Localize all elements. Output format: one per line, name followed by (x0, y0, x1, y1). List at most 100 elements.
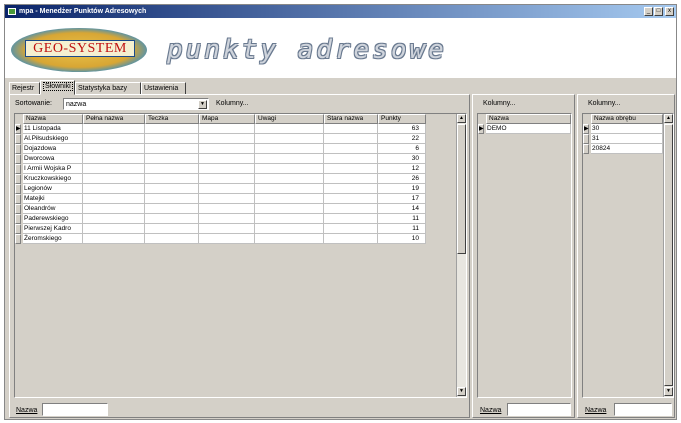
cell-empty (255, 164, 324, 174)
scroll-up-icon[interactable]: ▲ (457, 114, 466, 123)
list-item[interactable]: ▶ DEMO (478, 124, 571, 134)
scroll-up-icon[interactable]: ▲ (664, 114, 673, 123)
banner: GEO-SYSTEM punkty adresowe (5, 18, 676, 78)
col-header-teczka[interactable]: Teczka (145, 114, 199, 124)
table-row[interactable]: Dojazdowa 6 (15, 144, 426, 154)
cell-nazwa: Oleandrów (23, 204, 83, 214)
streets-panel: Sortowanie: nazwa ▼ Kolumny... Nazwa Peł… (9, 94, 470, 418)
cell-empty (83, 224, 145, 234)
streets-grid[interactable]: Nazwa Pełna nazwa Teczka Mapa Uwagi Star… (14, 113, 467, 398)
row-indicator (583, 134, 589, 144)
table-row[interactable]: Legionów 19 (15, 184, 426, 194)
cell-empty (324, 194, 378, 204)
scroll-down-icon[interactable]: ▼ (457, 387, 466, 396)
cell-empty (324, 234, 378, 244)
list-item[interactable]: 31 (583, 134, 663, 144)
col-header-punkty[interactable]: Punkty (378, 114, 426, 124)
col-header-nazwa-obrebu[interactable]: Nazwa obrębu (591, 114, 663, 124)
cell-empty (199, 174, 255, 184)
cell-empty (255, 154, 324, 164)
filter-input[interactable] (507, 403, 571, 416)
table-row[interactable]: ▶ 11 Listopada 63 (15, 124, 426, 134)
cell-empty (83, 214, 145, 224)
cell-empty (83, 124, 145, 134)
col-header-pelna-nazwa[interactable]: Pełna nazwa (83, 114, 145, 124)
scroll-down-icon[interactable]: ▼ (664, 387, 673, 396)
col-header-nazwa[interactable]: Nazwa (23, 114, 83, 124)
col-header-mapa[interactable]: Mapa (199, 114, 255, 124)
list-item[interactable]: ▶ 30 (583, 124, 663, 134)
col-header-nazwa[interactable]: Nazwa (486, 114, 571, 124)
col-header-stara-nazwa[interactable]: Stara nazwa (324, 114, 378, 124)
cell-nazwa: Paderewskiego (23, 214, 83, 224)
obreby-vscrollbar[interactable]: ▲ ▼ (663, 114, 673, 397)
cell-empty (145, 234, 199, 244)
row-indicator (15, 224, 21, 234)
minimize-button[interactable]: _ (644, 7, 653, 16)
col-header-uwagi[interactable]: Uwagi (255, 114, 324, 124)
obreby-panel: Kolumny... Nazwa obrębu ▶ 30 31 20824 ▲ ▼ N… (577, 94, 675, 418)
cell-punkty: 63 (378, 124, 426, 134)
cell-nazwa: 11 Listopada (23, 124, 83, 134)
cell-nazwa: Pierwszej Kadro (23, 224, 83, 234)
scroll-thumb[interactable] (457, 124, 466, 254)
table-row[interactable]: Al.Piłsudskiego 22 (15, 134, 426, 144)
table-row[interactable]: Żeromskiego 10 (15, 234, 426, 244)
list-item[interactable]: 20824 (583, 144, 663, 154)
cell-punkty: 26 (378, 174, 426, 184)
cell-empty (199, 154, 255, 164)
cell-punkty: 22 (378, 134, 426, 144)
cell-nazwa: Kruczkowskiego (23, 174, 83, 184)
row-indicator (15, 184, 21, 194)
maximize-button[interactable]: □ (654, 7, 663, 16)
cell-nazwa-obrebu: 20824 (591, 144, 663, 154)
tab-slowniki[interactable]: Słowniki (40, 80, 75, 95)
cell-empty (83, 184, 145, 194)
cell-empty (324, 154, 378, 164)
table-row[interactable]: Dworcowa 30 (15, 154, 426, 164)
cell-empty (199, 124, 255, 134)
gminy-grid[interactable]: Nazwa ▶ DEMO (477, 113, 572, 398)
row-indicator (15, 134, 21, 144)
obreby-grid[interactable]: Nazwa obrębu ▶ 30 31 20824 ▲ ▼ (582, 113, 674, 398)
table-row[interactable]: Matejki 17 (15, 194, 426, 204)
cell-punkty: 6 (378, 144, 426, 154)
cell-empty (83, 144, 145, 154)
columns-button[interactable]: Kolumny... (483, 100, 516, 107)
cell-empty (324, 214, 378, 224)
cell-nazwa: Dworcowa (23, 154, 83, 164)
table-row[interactable]: Pierwszej Kadro 11 (15, 224, 426, 234)
table-row[interactable]: I Armii Wojska P 12 (15, 164, 426, 174)
filter-input[interactable] (614, 403, 672, 416)
table-row[interactable]: Oleandrów 14 (15, 204, 426, 214)
cell-empty (145, 204, 199, 214)
cell-empty (145, 224, 199, 234)
columns-button[interactable]: Kolumny... (216, 100, 249, 107)
cell-empty (145, 164, 199, 174)
cell-nazwa-obrebu: 31 (591, 134, 663, 144)
filter-input[interactable] (42, 403, 108, 416)
table-row[interactable]: Kruczkowskiego 26 (15, 174, 426, 184)
cell-empty (145, 154, 199, 164)
table-row[interactable]: Paderewskiego 11 (15, 214, 426, 224)
cell-empty (83, 194, 145, 204)
cell-empty (324, 124, 378, 134)
cell-empty (83, 154, 145, 164)
cell-empty (83, 134, 145, 144)
cell-nazwa: I Armii Wojska P (23, 164, 83, 174)
close-button[interactable]: x (665, 7, 674, 16)
chevron-down-icon[interactable]: ▼ (198, 100, 207, 109)
cell-empty (324, 204, 378, 214)
cell-empty (255, 184, 324, 194)
streets-vscrollbar[interactable]: ▲ ▼ (456, 114, 466, 397)
filter-label: Nazwa (585, 407, 607, 414)
cell-nazwa: Żeromskiego (23, 234, 83, 244)
cell-empty (145, 194, 199, 204)
title-bar[interactable]: mpa - Menedżer Punktów Adresowych _ □ x (5, 5, 676, 18)
columns-button[interactable]: Kolumny... (588, 100, 621, 107)
cell-empty (255, 134, 324, 144)
cell-nazwa: DEMO (486, 124, 571, 134)
scroll-thumb[interactable] (664, 124, 673, 386)
sort-select[interactable]: nazwa ▼ (63, 98, 209, 110)
sort-value: nazwa (66, 101, 87, 108)
